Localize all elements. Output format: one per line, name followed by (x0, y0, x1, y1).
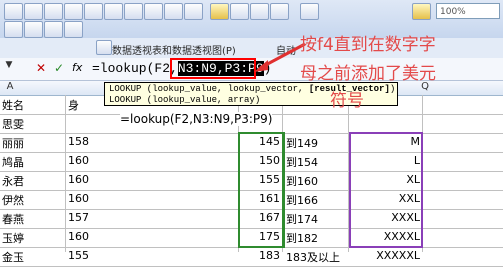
chart-icon[interactable] (210, 3, 229, 20)
annotation-line-2: 母之前添加了美元 (300, 64, 436, 84)
cell-score[interactable]: 158 (68, 135, 228, 148)
sum-icon[interactable] (412, 3, 431, 20)
pivot-menu[interactable]: 数据透视表和数据透视图(P) (112, 42, 236, 57)
cell-name[interactable]: 姓名 (2, 97, 62, 113)
cell-score[interactable]: 160 (68, 230, 228, 243)
cell-name[interactable]: 永君 (2, 173, 62, 189)
formula-prefix: =lookup(F2, (92, 61, 178, 76)
cell-name[interactable]: 鸠晶 (2, 154, 62, 170)
cell-o[interactable]: 到182 (286, 230, 346, 246)
cancel-icon[interactable]: ✕ (36, 61, 46, 75)
cut-icon[interactable] (104, 3, 123, 20)
cell-o[interactable]: 183及以上 (286, 249, 346, 265)
cell-o[interactable]: 到149 (286, 135, 346, 151)
toolbar2-icon-1[interactable] (4, 21, 23, 38)
cell-formula[interactable]: =lookup(F2,N3:N9,P3:P9) (120, 112, 273, 126)
table-row: 金玉 155 183 183及以上 XXXXXL (0, 247, 503, 267)
new-icon[interactable] (4, 3, 23, 20)
cell-score[interactable]: 157 (68, 211, 228, 224)
annotation-line-3: 符号 (330, 91, 364, 111)
pivot-icon[interactable] (96, 40, 112, 55)
cell-name[interactable]: 春燕 (2, 211, 62, 227)
zoom-box[interactable]: 100% (436, 3, 500, 19)
redo-icon[interactable] (184, 3, 203, 20)
drawing-icon[interactable] (270, 3, 289, 20)
toolbar2-icon-2[interactable] (24, 21, 43, 38)
cell-name[interactable]: 伊然 (2, 192, 62, 208)
help-icon[interactable] (300, 3, 319, 20)
print-icon[interactable] (64, 3, 83, 20)
fx-icon[interactable]: fx (72, 61, 82, 74)
enter-icon[interactable]: ✓ (54, 61, 64, 75)
copy-icon[interactable] (124, 3, 143, 20)
cell-o[interactable]: 到174 (286, 211, 346, 227)
toolbar2-icon-3[interactable] (44, 21, 63, 38)
cell-n[interactable]: 183 (240, 249, 280, 262)
open-icon[interactable] (24, 3, 43, 20)
cell-p[interactable]: XXXXXL (350, 249, 420, 262)
cell-name[interactable]: 玉婷 (2, 230, 62, 246)
toolbar2-icon-4[interactable] (64, 21, 83, 38)
cell-o[interactable]: 到154 (286, 154, 346, 170)
cell-score[interactable]: 160 (68, 154, 228, 167)
paste-icon[interactable] (144, 3, 163, 20)
cell-o[interactable]: 到166 (286, 192, 346, 208)
cell-name[interactable]: 思雯 (2, 116, 62, 132)
save-icon[interactable] (44, 3, 63, 20)
undo-icon[interactable] (164, 3, 183, 20)
name-box-dropdown-icon[interactable]: ▼ (0, 60, 18, 76)
range-n-selection (238, 132, 284, 248)
sort-icon[interactable] (230, 3, 249, 20)
annotation-line-1: 按f4直到在数字字 (300, 35, 436, 55)
column-a-header[interactable]: A (0, 81, 20, 96)
cell-score[interactable]: 160 (68, 192, 228, 205)
cell-score[interactable]: 160 (68, 173, 228, 186)
filter-icon[interactable] (250, 3, 269, 20)
cell-score[interactable]: 155 (68, 249, 228, 262)
cell-name[interactable]: 丽丽 (2, 135, 62, 151)
preview-icon[interactable] (84, 3, 103, 20)
highlight-box (170, 58, 256, 79)
cell-o[interactable]: 到160 (286, 173, 346, 189)
range-p-selection (349, 132, 423, 248)
cell-name[interactable]: 金玉 (2, 249, 62, 265)
